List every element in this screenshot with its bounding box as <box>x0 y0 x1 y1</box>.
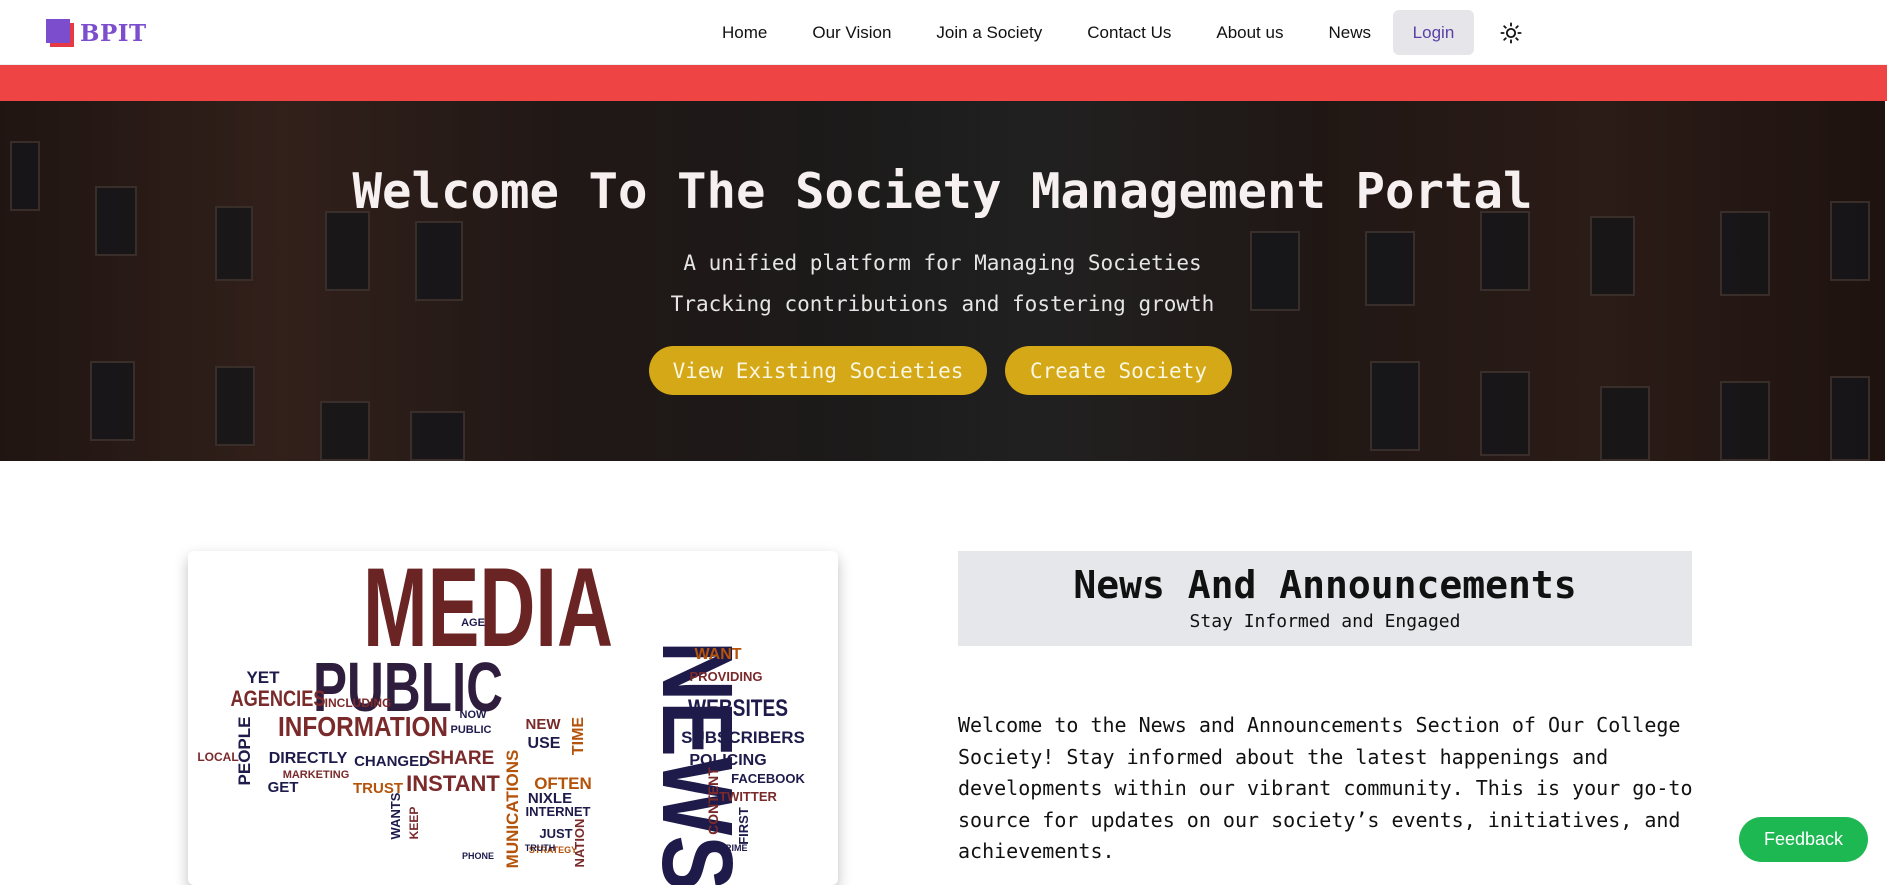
word-including: INCLUDING <box>325 696 392 710</box>
word-twitter: TWITTER <box>719 789 777 804</box>
nav-home[interactable]: Home <box>712 11 777 55</box>
word-changed: CHANGED <box>354 753 430 770</box>
wordcloud-graphic: MEDIA PUBLIC NEWS INFORMATION WEBSITES A… <box>197 551 805 885</box>
alert-bar <box>0 65 1887 101</box>
word-first: FIRST <box>736 807 751 845</box>
nav-contact-us[interactable]: Contact Us <box>1077 11 1181 55</box>
login-button[interactable]: Login <box>1392 10 1474 55</box>
brand-name: BPIT <box>80 19 147 47</box>
word-phone: PHONE <box>462 851 494 861</box>
nav-our-vision[interactable]: Our Vision <box>802 11 901 55</box>
word-now: NOW <box>460 709 488 721</box>
main-nav: Home Our Vision Join a Society Contact U… <box>712 10 1474 55</box>
word-crime: CRIME <box>719 843 748 853</box>
nav-join-a-society[interactable]: Join a Society <box>926 11 1052 55</box>
word-want: WANT <box>694 646 741 663</box>
word-directly: DIRECTLY <box>269 750 348 767</box>
word-age: AGE <box>461 617 485 629</box>
word-nixle: NIXLE <box>528 790 572 807</box>
news-title: News And Announcements <box>1073 563 1577 607</box>
brand-logo-link[interactable]: BPIT <box>46 19 147 47</box>
hero-title: Welcome To The Society Management Portal <box>352 163 1533 220</box>
news-subtitle: Stay Informed and Engaged <box>1189 611 1461 632</box>
word-wants: WANTS <box>388 792 403 839</box>
word-munications: MUNICATIONS <box>503 750 522 869</box>
word-time: TIME <box>570 717 587 756</box>
word-yet: YET <box>246 668 280 687</box>
word-keep: KEEP <box>407 807 421 840</box>
nav-about-us[interactable]: About us <box>1206 11 1293 55</box>
word-truth: TRUTH <box>525 843 556 853</box>
nav-news[interactable]: News <box>1318 11 1381 55</box>
create-society-button[interactable]: Create Society <box>1005 346 1232 395</box>
word-content: CONTENT <box>705 767 721 835</box>
word-policing: POLICING <box>689 752 766 769</box>
top-navbar: BPIT Home Our Vision Join a Society Cont… <box>0 0 1887 65</box>
media-wordcloud-image: MEDIA PUBLIC NEWS INFORMATION WEBSITES A… <box>188 551 838 885</box>
hero-subtitle-line2: Tracking contributions and fostering gro… <box>670 292 1215 316</box>
word-marketing: MARKETING <box>283 769 350 781</box>
word-share: SHARE <box>428 748 495 769</box>
word-public-small: PUBLIC <box>451 724 492 736</box>
word-websites: WEBSITES <box>688 695 788 722</box>
news-body-text: Welcome to the News and Announcements Se… <box>958 713 1693 863</box>
hero-banner: Welcome To The Society Management Portal… <box>0 101 1885 461</box>
word-get: GET <box>268 779 299 796</box>
word-use: USE <box>528 735 561 752</box>
word-information: INFORMATION <box>278 711 448 742</box>
word-instant: INSTANT <box>406 771 500 796</box>
word-providing: PROVIDING <box>690 669 763 684</box>
sun-icon[interactable] <box>1500 22 1522 44</box>
word-subscribers: SUBSCRIBERS <box>681 728 805 747</box>
word-new: NEW <box>526 716 562 733</box>
word-facebook: FACEBOOK <box>731 771 805 786</box>
word-just: JUST <box>539 826 572 841</box>
feedback-button[interactable]: Feedback <box>1739 817 1868 862</box>
word-nation: NATION <box>572 819 587 868</box>
word-local: LOCAL <box>197 750 238 764</box>
view-existing-societies-button[interactable]: View Existing Societies <box>649 346 987 395</box>
word-agencies: AGENCIES <box>231 686 326 711</box>
bpit-logo-icon <box>46 19 74 47</box>
news-header-box: News And Announcements Stay Informed and… <box>958 551 1692 646</box>
hero-subtitle-line1: A unified platform for Managing Societie… <box>683 251 1202 275</box>
